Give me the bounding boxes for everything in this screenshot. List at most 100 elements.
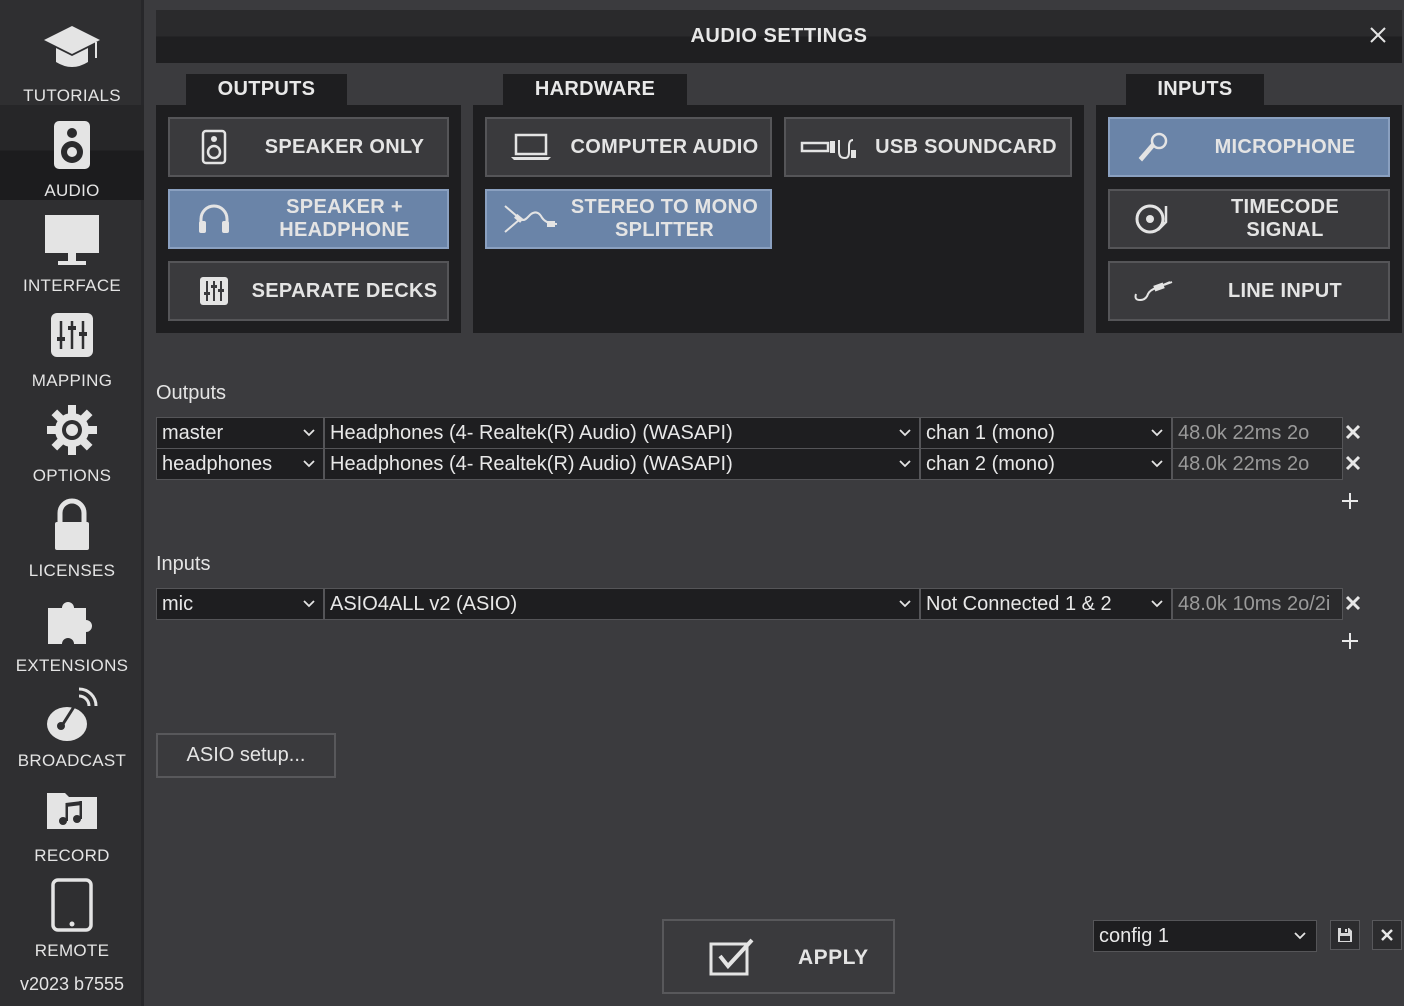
add-output-button[interactable]	[1340, 491, 1360, 511]
select-value: chan 2 (mono)	[926, 453, 1055, 475]
sidebar-item-interface[interactable]: INTERFACE	[0, 200, 144, 295]
button-label: COMPUTER AUDIO	[570, 135, 759, 158]
button-label: LINE INPUT	[1227, 279, 1343, 302]
sidebar-item-mapping[interactable]: MAPPING	[0, 295, 144, 390]
tablet-icon	[42, 875, 102, 935]
usb-soundcard-button[interactable]: USB SOUNDCARD	[784, 117, 1072, 177]
plus-icon	[1342, 633, 1358, 649]
chevron-down-icon	[899, 460, 911, 468]
lock-icon	[42, 495, 102, 555]
timecode-signal-button[interactable]: TIMECODE SIGNAL	[1108, 189, 1390, 249]
close-icon	[1381, 929, 1393, 941]
sidebar-item-label: INTERFACE	[22, 276, 122, 295]
sidebar-item-audio[interactable]: AUDIO	[0, 105, 144, 200]
close-button[interactable]	[1366, 23, 1390, 47]
select-value: mic	[162, 593, 194, 615]
sidebar-item-label: LICENSES	[28, 561, 116, 580]
sidebar: TUTORIALS AUDIO INTERFACE MAPPING OPTION…	[0, 0, 144, 1006]
jack-cable-icon	[1124, 273, 1180, 309]
close-icon	[1345, 455, 1361, 471]
computer-audio-button[interactable]: COMPUTER AUDIO	[485, 117, 772, 177]
button-label: SPEAKER + HEADPHONE	[279, 196, 410, 241]
microphone-button[interactable]: MICROPHONE	[1108, 117, 1390, 177]
role-select[interactable]: headphones	[156, 448, 324, 480]
hardware-panel: COMPUTER AUDIO USB SOUNDCARD STEREO TO M…	[473, 105, 1084, 333]
microphone-icon	[1128, 129, 1178, 165]
graduation-cap-icon	[42, 20, 102, 80]
button-label: SPEAKER ONLY	[264, 135, 425, 158]
button-label: TIMECODE SIGNAL	[1231, 196, 1339, 241]
outputs-panel: SPEAKER ONLY SPEAKER + HEADPHONE SEPARAT…	[156, 105, 461, 333]
remove-row-button[interactable]	[1343, 453, 1363, 473]
sidebar-item-broadcast[interactable]: BROADCAST	[0, 675, 144, 770]
select-value: Not Connected 1 & 2	[926, 593, 1112, 615]
remove-row-button[interactable]	[1343, 593, 1363, 613]
sidebar-item-label: BROADCAST	[17, 751, 127, 770]
role-select[interactable]: master	[156, 417, 324, 449]
inputs-panel: MICROPHONE TIMECODE SIGNAL LINE INPUT	[1096, 105, 1402, 333]
role-select[interactable]: mic	[156, 588, 324, 620]
sidebar-item-remote[interactable]: REMOTE	[0, 865, 144, 960]
channel-select[interactable]: chan 2 (mono)	[920, 448, 1172, 480]
select-value: config 1	[1099, 925, 1170, 947]
sidebar-item-label: EXTENSIONS	[15, 656, 129, 675]
stereo-to-mono-splitter-button[interactable]: STEREO TO MONO SPLITTER	[485, 189, 772, 249]
sliders-icon	[42, 305, 102, 365]
chevron-down-icon	[899, 429, 911, 437]
puzzle-icon	[42, 590, 102, 650]
line-input-button[interactable]: LINE INPUT	[1108, 261, 1390, 321]
apply-button[interactable]: APPLY	[662, 919, 895, 994]
output-row: master Headphones (4- Realtek(R) Audio) …	[156, 417, 1366, 449]
output-row: headphones Headphones (4- Realtek(R) Aud…	[156, 448, 1366, 480]
chevron-down-icon	[1151, 460, 1163, 468]
speaker-only-button[interactable]: SPEAKER ONLY	[168, 117, 449, 177]
asio-setup-button[interactable]: ASIO setup...	[156, 733, 336, 778]
save-config-button[interactable]	[1330, 920, 1360, 950]
satellite-dish-icon	[42, 685, 102, 745]
close-icon	[1370, 27, 1386, 43]
config-select[interactable]: config 1	[1093, 920, 1317, 952]
device-select[interactable]: Headphones (4- Realtek(R) Audio) (WASAPI…	[324, 448, 920, 480]
sidebar-item-label: TUTORIALS	[23, 86, 121, 105]
device-select[interactable]: Headphones (4- Realtek(R) Audio) (WASAPI…	[324, 417, 920, 449]
chevron-down-icon	[1151, 600, 1163, 608]
gear-icon	[42, 400, 102, 460]
sidebar-item-options[interactable]: OPTIONS	[0, 390, 144, 485]
speaker-icon	[190, 129, 238, 165]
speaker-icon	[42, 115, 102, 175]
chevron-down-icon	[1151, 429, 1163, 437]
separate-decks-button[interactable]: SEPARATE DECKS	[168, 261, 449, 321]
remove-row-button[interactable]	[1343, 422, 1363, 442]
button-label: USB SOUNDCARD	[875, 135, 1057, 158]
sidebar-item-label: MAPPING	[31, 371, 113, 390]
splitter-cable-icon	[499, 201, 563, 237]
button-label: MICROPHONE	[1214, 135, 1356, 158]
device-select[interactable]: ASIO4ALL v2 (ASIO)	[324, 588, 920, 620]
sidebar-item-tutorials[interactable]: TUTORIALS	[0, 10, 144, 105]
checkbox-check-icon	[709, 938, 754, 976]
add-input-button[interactable]	[1340, 631, 1360, 651]
delete-config-button[interactable]	[1372, 920, 1402, 950]
button-label: STEREO TO MONO SPLITTER	[570, 196, 759, 241]
channel-select[interactable]: Not Connected 1 & 2	[920, 588, 1172, 620]
channel-select[interactable]: chan 1 (mono)	[920, 417, 1172, 449]
sidebar-item-label: AUDIO	[44, 181, 100, 200]
usb-soundcard-icon	[796, 129, 862, 165]
sidebar-item-label: REMOTE	[34, 941, 110, 960]
latency-info: 48.0k 22ms 2o	[1172, 448, 1343, 480]
sidebar-item-record[interactable]: RECORD	[0, 770, 144, 865]
select-value: chan 1 (mono)	[926, 422, 1055, 444]
tab-inputs: INPUTS	[1126, 74, 1264, 106]
outputs-section-label: Outputs	[156, 382, 227, 404]
sidebar-item-extensions[interactable]: EXTENSIONS	[0, 580, 144, 675]
latency-info: 48.0k 10ms 2o/2i	[1172, 588, 1343, 620]
title-bar: AUDIO SETTINGS	[156, 10, 1402, 63]
close-icon	[1345, 424, 1361, 440]
chevron-down-icon	[1294, 932, 1306, 940]
input-row: mic ASIO4ALL v2 (ASIO) Not Connected 1 &…	[156, 588, 1366, 620]
turntable-icon	[1128, 201, 1178, 237]
sidebar-item-licenses[interactable]: LICENSES	[0, 485, 144, 580]
version-label: v2023 b7555	[19, 974, 125, 994]
speaker-headphone-button[interactable]: SPEAKER + HEADPHONE	[168, 189, 449, 249]
button-label: SEPARATE DECKS	[251, 279, 438, 302]
